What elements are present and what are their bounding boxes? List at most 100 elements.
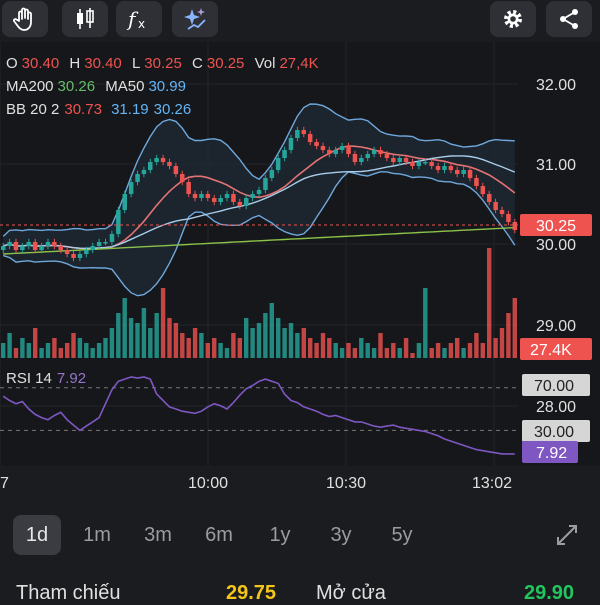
candle-body [461, 170, 466, 174]
candle-body [237, 202, 243, 206]
volume-bar [186, 338, 191, 358]
chart-canvas[interactable]: O 30.40 H 30.40 L 30.25 C 30.25 Vol 27,4K MA2… [0, 42, 600, 466]
candle-body [212, 198, 217, 202]
candle-body [7, 242, 12, 246]
period-3m[interactable]: 3m [133, 515, 183, 555]
volume-bar [141, 308, 147, 358]
volume-bar [109, 328, 115, 358]
candle-body [327, 150, 332, 154]
candle-body [295, 130, 300, 138]
volume-bar [256, 323, 262, 358]
candle-body [231, 194, 236, 202]
volume-bar [352, 348, 358, 358]
volume-bar [154, 313, 159, 358]
ref-price-label: Tham chiếu [16, 582, 121, 604]
volume-bar [26, 343, 31, 358]
candle-body [423, 162, 428, 164]
candle-body [141, 170, 147, 174]
volume-bar [39, 348, 44, 358]
volume-bar [282, 328, 287, 358]
candle-body [474, 178, 479, 186]
candle-body [339, 146, 345, 150]
candle-body [301, 130, 306, 134]
volume-bar [84, 343, 89, 358]
sparkle-icon [184, 8, 206, 30]
time-label-date: 7 [0, 475, 9, 492]
candle-body [71, 254, 76, 258]
candle-body [288, 138, 294, 150]
volume-bar [359, 338, 364, 358]
price-axis: 32.00 31.00 30.00 29.00 28.00 [536, 77, 576, 416]
candle-body [148, 162, 153, 170]
volume-bar [487, 248, 492, 358]
volume-bar [403, 338, 409, 358]
candle-body [263, 178, 268, 190]
share-button[interactable] [546, 1, 592, 37]
open-price-value: 29.90 [524, 582, 575, 604]
candle-body [455, 170, 460, 174]
volume-bar [384, 348, 390, 358]
volume-bar [410, 353, 415, 358]
volume-bar [212, 338, 217, 358]
svg-text:7.92: 7.92 [536, 445, 567, 462]
candle-body [467, 170, 473, 178]
period-1m[interactable]: 1m [72, 515, 122, 555]
svg-text:x: x [138, 17, 145, 31]
expand-icon[interactable] [556, 524, 578, 546]
candle-body [307, 134, 313, 142]
period-5y[interactable]: 5y [377, 515, 427, 555]
volume-bar [192, 328, 198, 358]
candle-body [135, 174, 140, 182]
price-tick-31: 31.00 [536, 157, 576, 174]
candle-body [64, 250, 70, 254]
volume-bar [128, 318, 134, 358]
indicators-button[interactable]: f x [116, 1, 162, 37]
gear-icon [504, 10, 522, 28]
volume-bar [499, 328, 505, 358]
period-1y[interactable]: 1y [255, 515, 305, 555]
candle-body [167, 162, 172, 166]
period-1d[interactable]: 1d [13, 515, 61, 555]
ai-insights-button[interactable] [172, 1, 218, 37]
candle-body [429, 162, 434, 166]
price-chart[interactable]: O 30.40 H 30.40 L 30.25 C 30.25 Vol 27,4K MA2… [0, 42, 600, 466]
volume-bar [116, 313, 121, 358]
volume-bar [135, 323, 140, 358]
quote-stats: Tham chiếu 29.75 Mở cửa 29.90 [0, 570, 600, 604]
volume-bar [269, 303, 274, 358]
volume-bar [13, 348, 19, 358]
period-6m[interactable]: 6m [194, 515, 244, 555]
candle-body [90, 246, 95, 250]
volume-bar [480, 343, 485, 358]
candle-body [333, 150, 338, 154]
time-label-1000: 10:00 [188, 475, 229, 492]
time-axis: 7 10:00 10:30 13:02 [0, 466, 600, 500]
volume-bar [148, 328, 153, 358]
volume-bar [122, 298, 127, 358]
volume-bar [7, 333, 12, 358]
volume-bar [58, 348, 63, 358]
rsi-upper-badge: 70.00 [522, 374, 590, 396]
candle-body [493, 202, 498, 210]
volume-bar [308, 338, 313, 358]
volume-bar [224, 348, 230, 358]
open-price-label: Mở cửa [316, 582, 386, 604]
time-label-1302: 13:02 [472, 475, 513, 492]
chart-type-button[interactable] [62, 1, 108, 37]
volume-bar [448, 343, 454, 358]
volume-bar [467, 343, 473, 358]
drawing-tools-button[interactable] [2, 1, 48, 37]
candle-body [359, 158, 364, 162]
volume-badge: 27.4K [520, 338, 592, 360]
candle-body [128, 182, 134, 194]
volume-bar [314, 343, 319, 358]
volume-bar [199, 333, 204, 358]
volume-bar [276, 318, 281, 358]
settings-button[interactable] [490, 1, 536, 37]
period-3y[interactable]: 3y [316, 515, 366, 555]
legend-rsi: RSI 14 7.92 [6, 370, 86, 387]
candle-body [397, 158, 402, 162]
svg-text:30.25: 30.25 [536, 218, 576, 235]
candle-body [506, 214, 511, 222]
volume-bar [493, 338, 498, 358]
